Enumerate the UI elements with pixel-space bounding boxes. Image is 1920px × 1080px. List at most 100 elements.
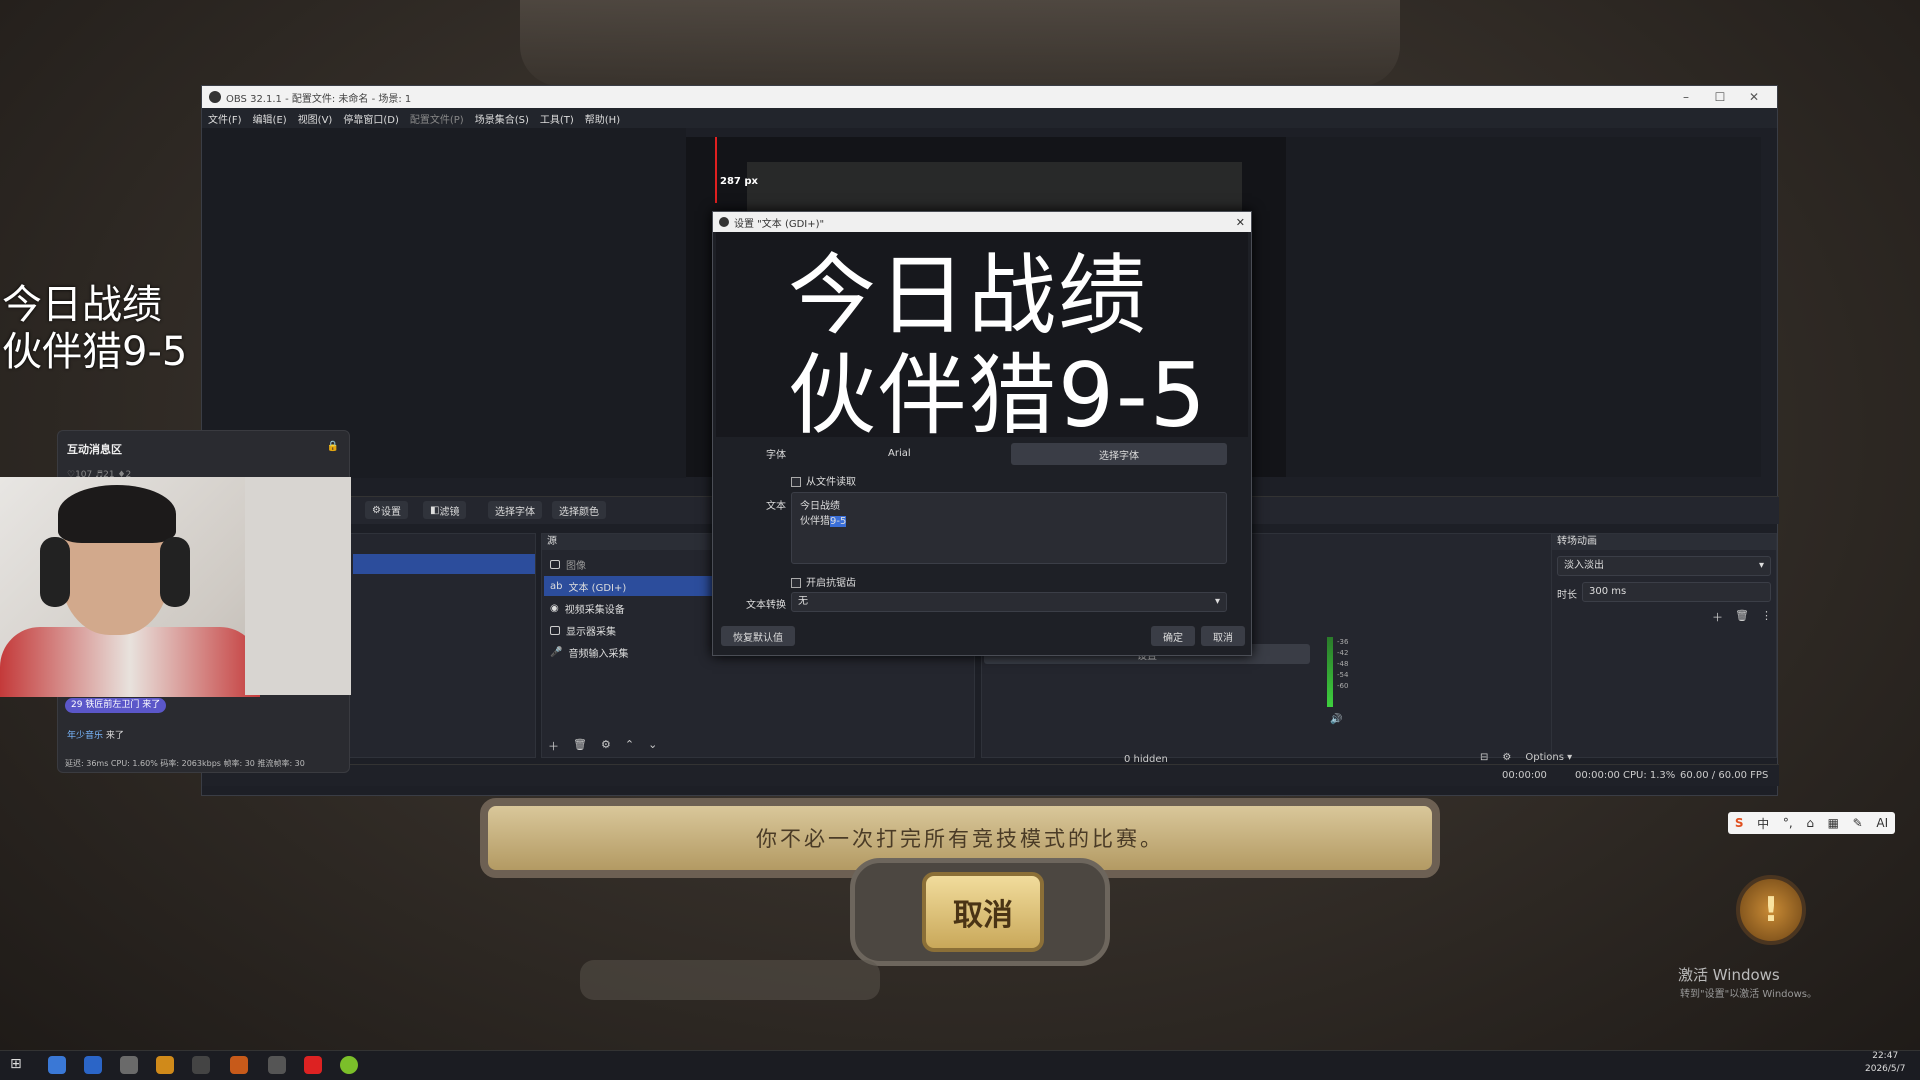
source-item-selected[interactable]: ab 文本 (GDI+): [544, 576, 712, 596]
close-icon[interactable]: ✕: [1737, 90, 1771, 104]
dialog-preview: 今日战绩 伙伴猎9-5: [716, 232, 1248, 446]
app-icon[interactable]: [230, 1056, 248, 1074]
edge-icon[interactable]: [84, 1056, 102, 1074]
filter-icon: ◧: [430, 504, 440, 516]
speaker-icon[interactable]: 🔊: [1330, 714, 1342, 725]
transition-select[interactable]: 淡入淡出 ▾: [1557, 556, 1771, 576]
transform-select[interactable]: 无 ▾: [791, 592, 1227, 612]
ime-toolbar: S 中 °, ⌂ ▦ ✎ AI: [1728, 812, 1895, 834]
chat-message: 年少音乐 来了: [67, 731, 124, 741]
trash-icon[interactable]: 🗑: [573, 738, 587, 754]
add-icon[interactable]: ＋: [548, 738, 559, 754]
source-item[interactable]: 🎤 音频输入采集: [544, 642, 712, 662]
person-hair: [58, 485, 176, 543]
scene-item-selected[interactable]: [353, 554, 535, 574]
read-from-file-checkbox[interactable]: 从文件读取: [791, 473, 856, 488]
voice-icon[interactable]: ⌂: [1806, 816, 1814, 830]
app-icon[interactable]: [304, 1056, 322, 1074]
monitor-icon: [550, 625, 560, 635]
activate-windows-sub: 转到"设置"以激活 Windows。: [1680, 989, 1818, 1000]
menu-scene-collection[interactable]: 场景集合(S): [475, 111, 529, 126]
app-icon[interactable]: [192, 1056, 210, 1074]
app-icon[interactable]: [48, 1056, 66, 1074]
more-icon[interactable]: ⋮: [1761, 609, 1772, 625]
alignment-guide: [715, 137, 717, 203]
ok-button[interactable]: 确定: [1151, 626, 1195, 646]
text-icon: ab: [550, 580, 563, 592]
chevron-up-icon[interactable]: ⌃: [625, 738, 634, 754]
source-item[interactable]: 显示器采集: [544, 620, 712, 640]
antialias-checkbox[interactable]: 开启抗锯齿: [791, 574, 856, 589]
source-item[interactable]: 图像: [544, 554, 712, 574]
text-selection: 9-5: [830, 516, 847, 527]
filters-button[interactable]: ◧ 滤镜: [423, 501, 467, 519]
sogou-icon[interactable]: S: [1735, 816, 1744, 830]
lock-icon[interactable]: 🔒: [327, 441, 339, 452]
cancel-button[interactable]: 取消: [1201, 626, 1245, 646]
font-value: Arial: [888, 448, 911, 459]
dialog-title: 设置 "文本 (GDI+)": [734, 218, 825, 230]
level-badge: 29: [71, 700, 83, 710]
transform-label: 文本转换: [746, 600, 786, 611]
status-bar: 00:00:00 00:00:00 CPU: 1.3% 60.00 / 60.0…: [202, 764, 1779, 786]
restore-defaults-button[interactable]: 恢复默认值: [721, 626, 795, 646]
obs-logo-icon: [209, 91, 221, 103]
choose-font-button[interactable]: 选择字体: [1011, 443, 1227, 465]
checkbox-icon: [791, 578, 801, 588]
cpu-usage: CPU: 1.3%: [1623, 770, 1676, 781]
app-icon[interactable]: [120, 1056, 138, 1074]
preview-text: 今日战绩 伙伴猎9-5: [788, 246, 1208, 446]
obs-title: OBS 32.1.1 - 配置文件: 未命名 - 场景: 1: [226, 93, 412, 105]
text-input[interactable]: 今日战绩 伙伴猎9-5: [791, 492, 1227, 564]
chat-message: 29 铁匠前左卫门 来了: [65, 698, 167, 713]
source-item[interactable]: ◉ 视频采集设备: [544, 598, 712, 618]
keyboard-icon[interactable]: ▦: [1828, 816, 1839, 830]
obs-taskbar-icon[interactable]: [268, 1056, 286, 1074]
person-shirt: [0, 627, 260, 697]
punctuation-icon[interactable]: °,: [1783, 816, 1793, 830]
ai-icon[interactable]: AI: [1876, 816, 1888, 830]
minimize-icon[interactable]: –: [1669, 90, 1703, 104]
stream-stats: 延迟: 36ms CPU: 1.60% 码率: 2063kbps 帧率: 30 …: [65, 759, 305, 768]
duration-label: 时长: [1557, 590, 1577, 601]
select-color-button[interactable]: 选择颜色: [552, 501, 606, 519]
ime-lang-toggle[interactable]: 中: [1757, 815, 1769, 832]
duration-input[interactable]: 300 ms: [1582, 582, 1771, 602]
game-cancel-button[interactable]: 取消: [922, 872, 1044, 952]
menu-profile[interactable]: 配置文件(P): [410, 111, 464, 126]
app-icon[interactable]: [156, 1056, 174, 1074]
start-icon[interactable]: ⊞: [10, 1056, 28, 1074]
trash-icon[interactable]: 🗑: [1735, 609, 1749, 625]
add-icon[interactable]: ＋: [1712, 609, 1723, 625]
options-button[interactable]: Options ▾: [1525, 752, 1572, 763]
obs-logo-icon: [719, 217, 729, 227]
select-font-button[interactable]: 选择字体: [488, 501, 542, 519]
gear-icon[interactable]: ⚙: [601, 738, 611, 754]
menu-help[interactable]: 帮助(H): [585, 111, 620, 126]
stream-time: 00:00:00: [1502, 770, 1547, 781]
fps-display: 60.00 / 60.00 FPS: [1680, 770, 1769, 781]
maximize-icon[interactable]: ☐: [1703, 90, 1737, 104]
properties-button[interactable]: ⚙ 设置: [365, 501, 408, 519]
distance-label: 287 px: [720, 176, 758, 187]
menu-docks[interactable]: 停靠窗口(D): [343, 111, 399, 126]
system-clock[interactable]: 22:47 2026/5/7: [1865, 1050, 1905, 1076]
gear-icon[interactable]: ⚙: [1502, 752, 1511, 763]
record-time: 00:00:00: [1575, 770, 1620, 781]
camera-icon: ◉: [550, 602, 559, 614]
menu-view[interactable]: 视图(V): [298, 111, 333, 126]
chevron-down-icon: ▾: [1214, 596, 1220, 607]
headset-left: [40, 537, 70, 607]
dialog-titlebar: 设置 "文本 (GDI+)" ✕: [713, 212, 1251, 232]
preview-left-area: [202, 128, 686, 478]
menu-tools[interactable]: 工具(T): [540, 111, 574, 126]
close-icon[interactable]: ✕: [1236, 216, 1245, 229]
menu-file[interactable]: 文件(F): [208, 111, 242, 126]
app-icon[interactable]: [340, 1056, 358, 1074]
skin-icon[interactable]: ✎: [1853, 816, 1863, 830]
overlay-line-1: 今日战绩: [2, 282, 162, 328]
menu-edit[interactable]: 编辑(E): [253, 111, 287, 126]
quest-icon[interactable]: !: [1736, 875, 1806, 945]
layout-icon[interactable]: ⊟: [1480, 752, 1488, 763]
chevron-down-icon[interactable]: ⌄: [648, 738, 657, 754]
